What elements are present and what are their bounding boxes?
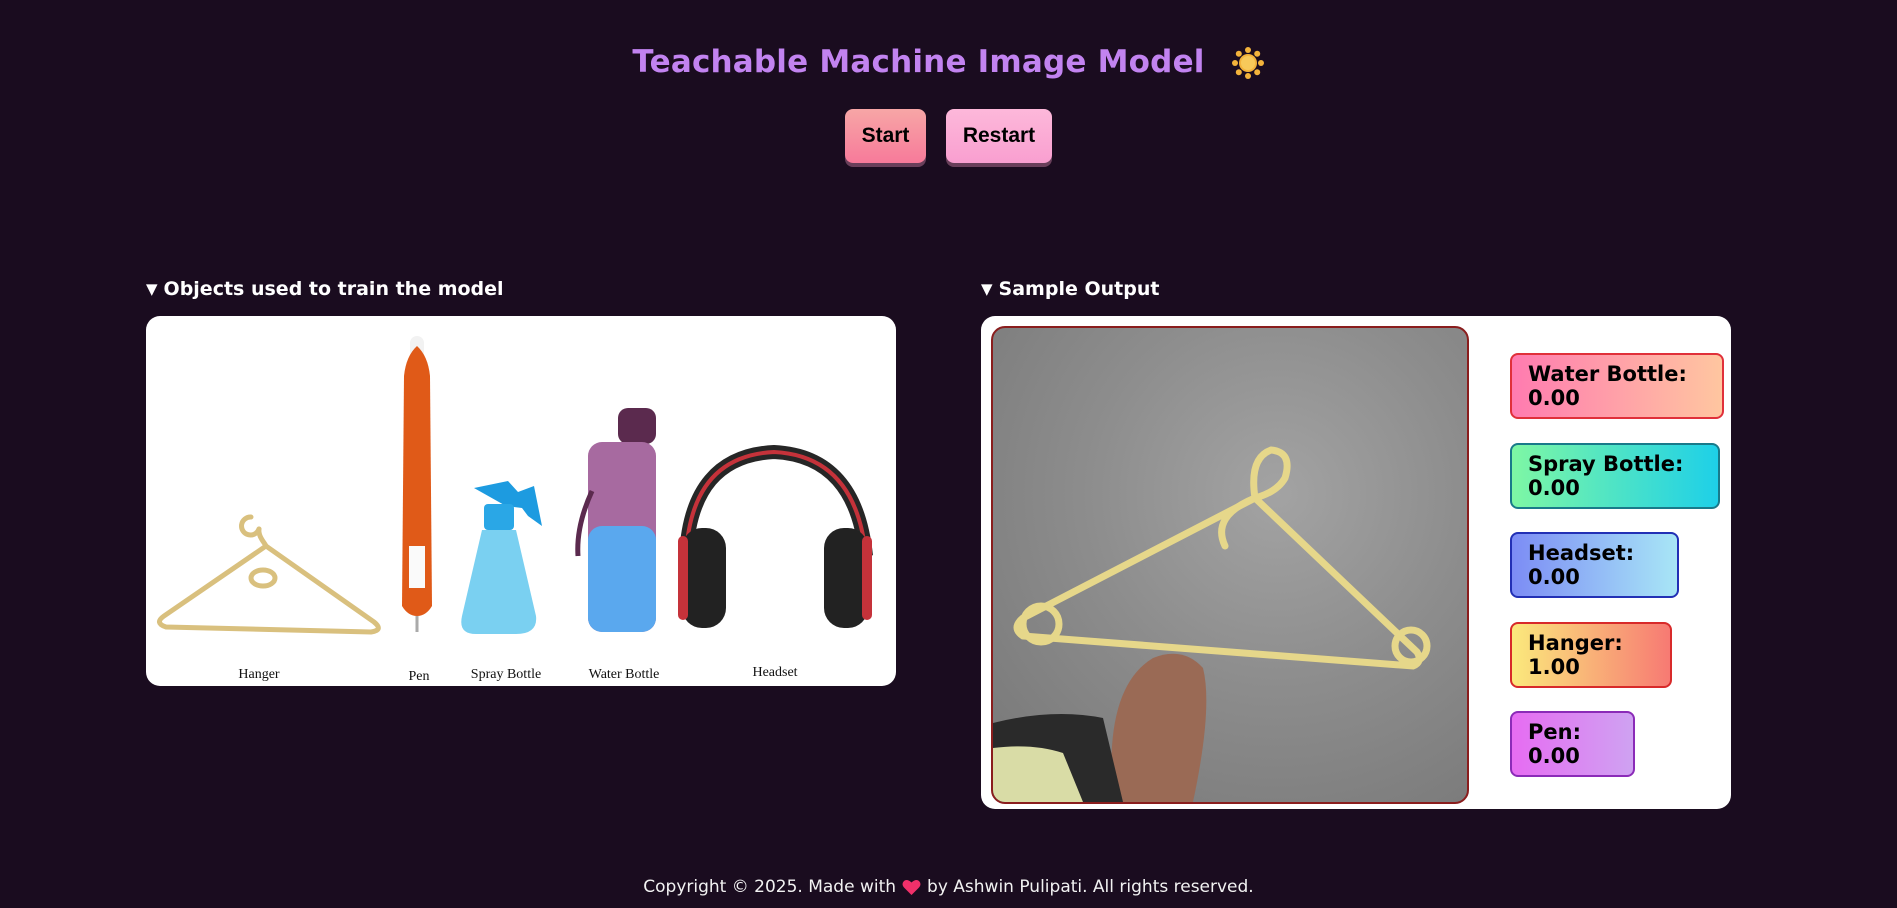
object-label-pen: Pen: [408, 669, 430, 684]
object-label-headset: Headset: [752, 665, 798, 680]
prediction-hanger: Hanger: 1.00: [1510, 622, 1672, 688]
training-objects-heading: Objects used to train the model: [163, 278, 504, 300]
page-title: Teachable Machine Image Model: [632, 44, 1205, 80]
headset-illustration: [678, 444, 873, 628]
sample-output-card: Water Bottle: 0.00 Spray Bottle: 0.00 He…: [981, 316, 1731, 809]
heart-icon: [902, 879, 921, 896]
footer-text-after: by Ashwin Pulipati. All rights reserved.: [927, 877, 1254, 897]
page-header: Teachable Machine Image Model: [0, 44, 1897, 80]
webcam-preview: [991, 326, 1469, 804]
training-objects-toggle[interactable]: ▼ Objects used to train the model: [146, 278, 504, 300]
prediction-water-bottle: Water Bottle: 0.00: [1510, 353, 1724, 419]
training-objects-illustration: [157, 336, 873, 635]
triangle-down-icon: ▼: [981, 280, 993, 298]
control-buttons: Start Restart: [0, 109, 1897, 163]
sample-output-heading: Sample Output: [998, 278, 1160, 300]
pen-illustration: [402, 336, 432, 632]
water-bottle-illustration: [575, 408, 656, 632]
prediction-headset: Headset: 0.00: [1510, 532, 1679, 598]
hanger-illustration: [157, 514, 381, 635]
object-label-water-bottle: Water Bottle: [588, 667, 660, 682]
footer-text-before: Copyright © 2025. Made with: [643, 877, 897, 897]
page-footer: Copyright © 2025. Made with by Ashwin Pu…: [0, 877, 1897, 897]
prediction-pen: Pen: 0.00: [1510, 711, 1635, 777]
object-label-hanger: Hanger: [238, 667, 280, 682]
prediction-spray-bottle: Spray Bottle: 0.00: [1510, 443, 1720, 509]
webcam-hanger-image: [993, 446, 1431, 802]
restart-button[interactable]: Restart: [946, 109, 1052, 163]
start-button[interactable]: Start: [845, 109, 926, 163]
object-label-spray-bottle: Spray Bottle: [470, 667, 542, 682]
triangle-down-icon: ▼: [146, 280, 158, 298]
training-objects-image: Hanger Pen Spray Bottle Water Bottle Hea…: [146, 316, 896, 686]
spray-bottle-illustration: [461, 481, 542, 634]
sample-output-toggle[interactable]: ▼ Sample Output: [981, 278, 1159, 300]
sun-icon[interactable]: [1231, 46, 1265, 80]
